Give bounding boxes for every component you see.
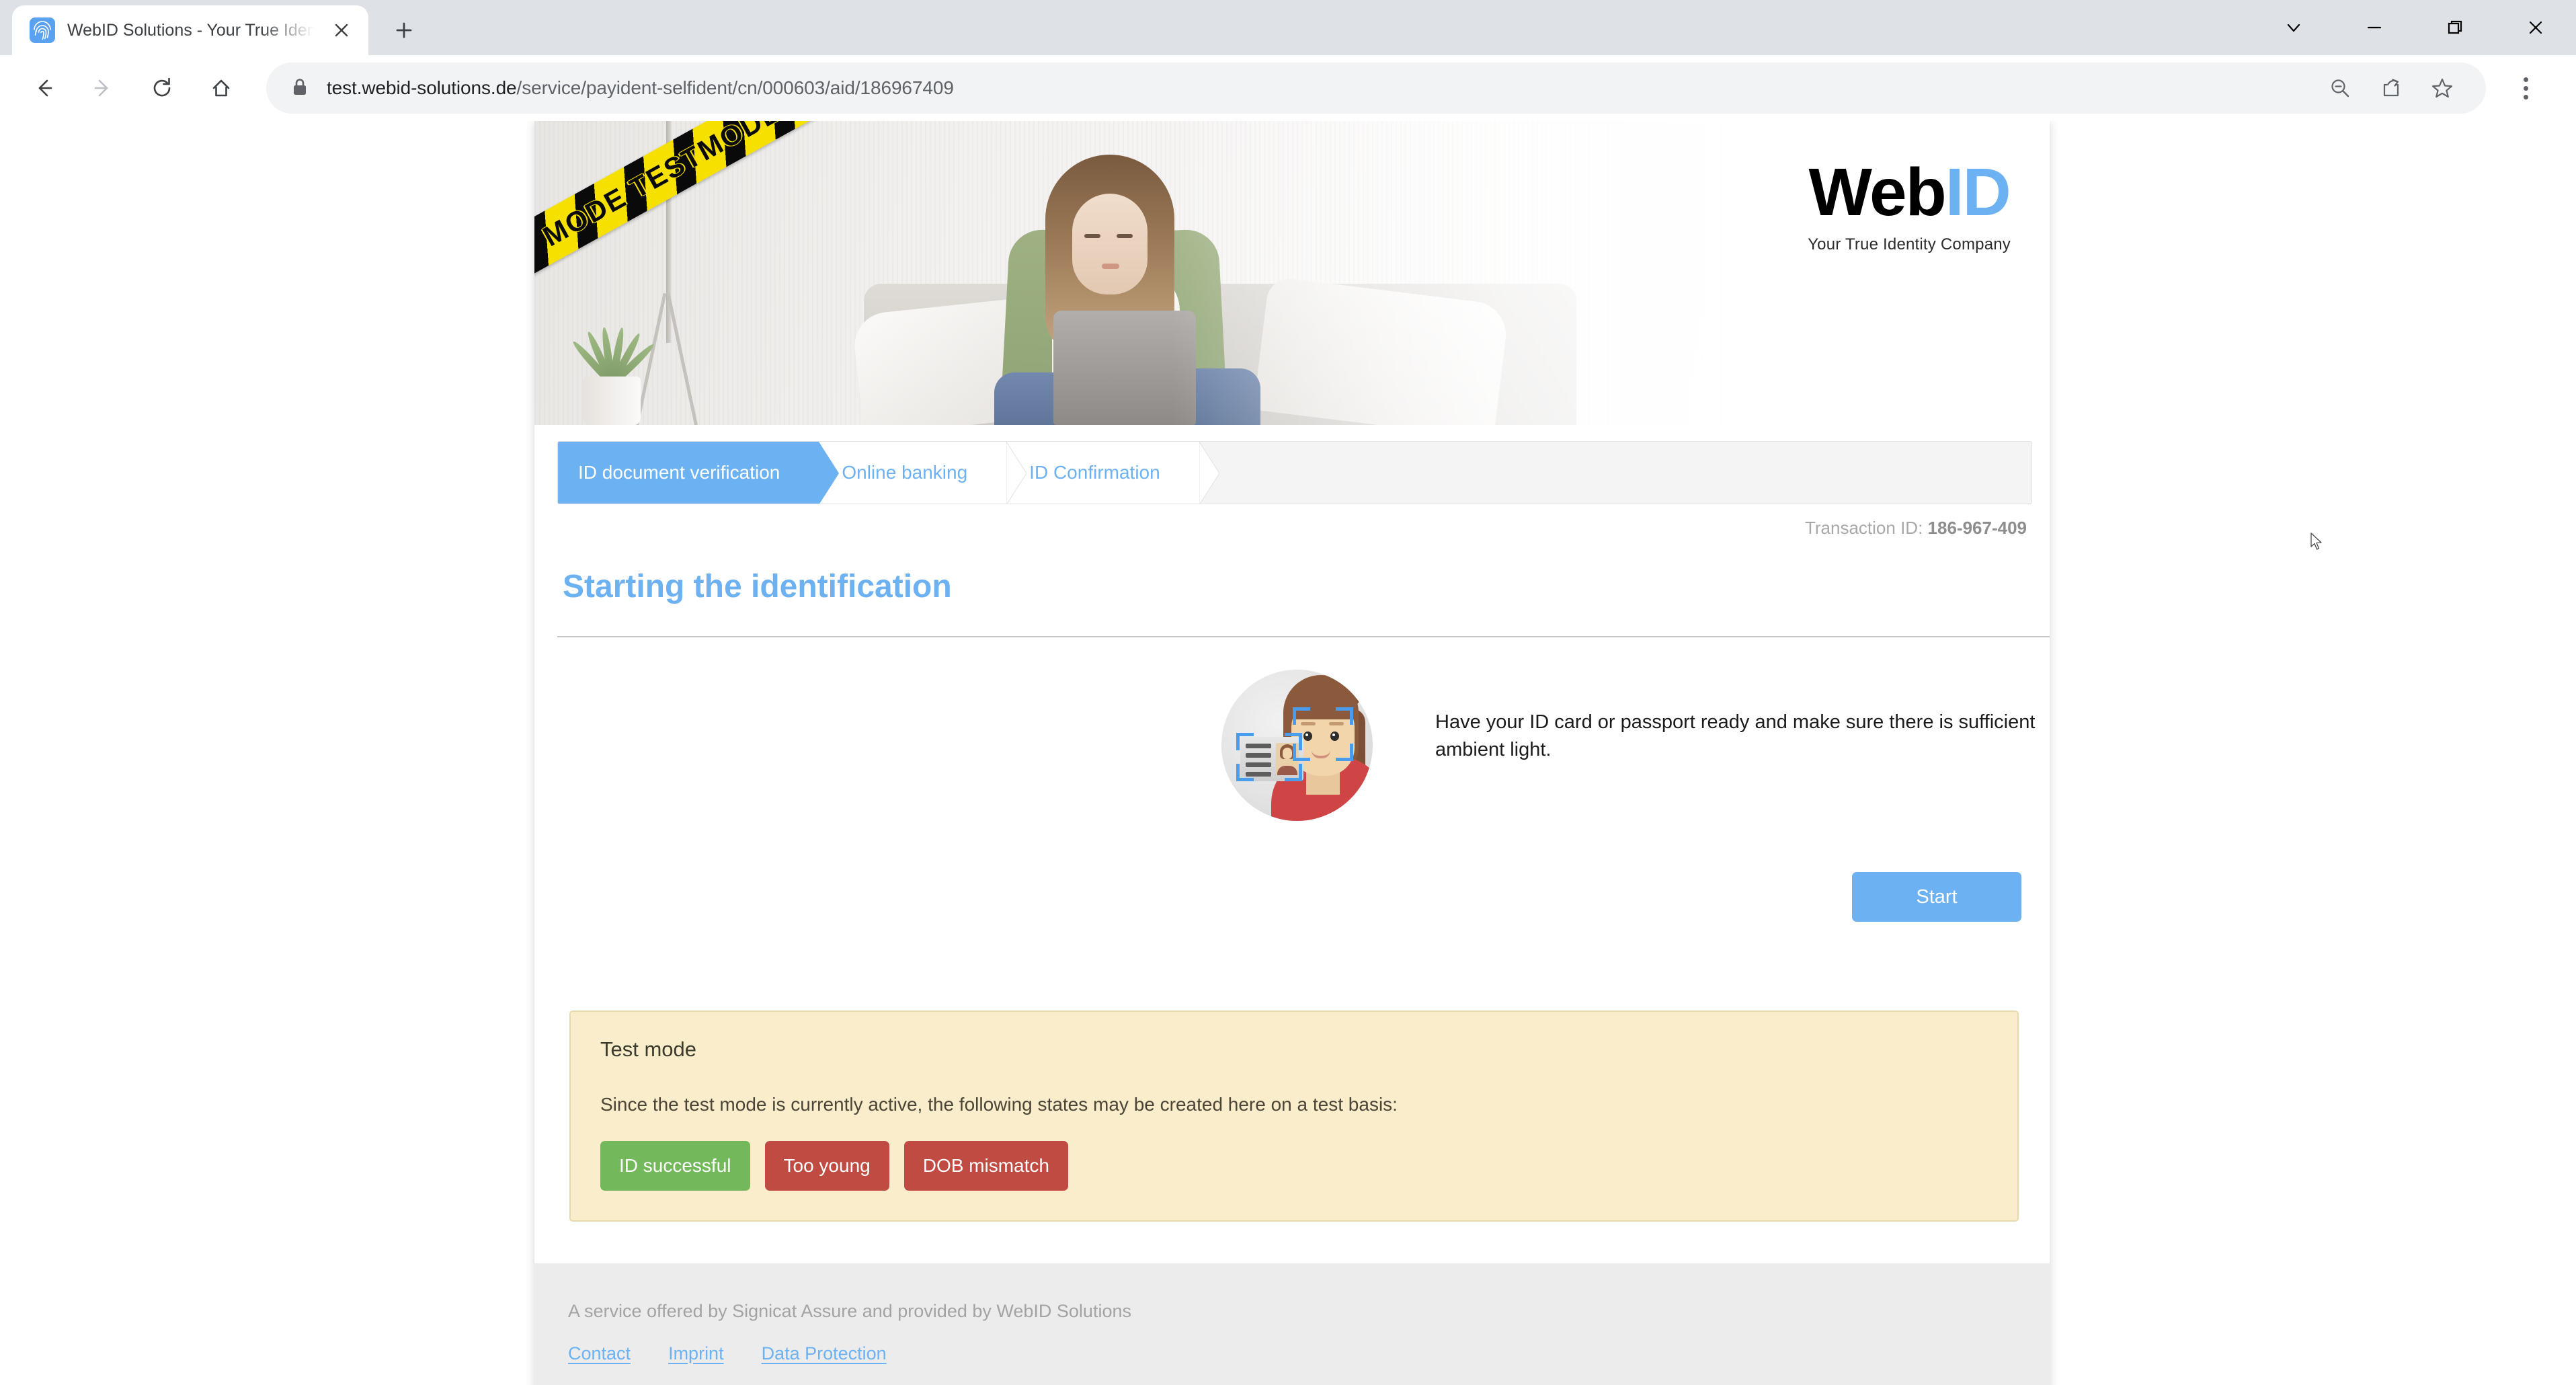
contact-link[interactable]: Contact: [568, 1343, 631, 1364]
testmode-buttons: ID successful Too young DOB mismatch: [600, 1141, 1988, 1191]
start-button-row: Start: [534, 821, 2050, 922]
zoom-out-icon[interactable]: [2317, 65, 2364, 112]
minimize-button[interactable]: [2334, 0, 2415, 55]
step-id-confirmation[interactable]: ID Confirmation: [1006, 442, 1220, 504]
step-label: ID Confirmation: [1029, 462, 1160, 483]
step-label: Online banking: [842, 462, 968, 483]
kebab-menu-icon[interactable]: [2502, 62, 2549, 114]
step-filler: [1199, 442, 2031, 504]
forward-arrow-icon[interactable]: [77, 62, 129, 114]
page-footer: A service offered by Signicat Assure and…: [534, 1263, 2050, 1385]
home-icon[interactable]: [195, 62, 247, 114]
new-tab-button[interactable]: [383, 9, 425, 51]
footer-links: Contact Imprint Data Protection: [568, 1343, 2050, 1364]
tab-search-button[interactable]: [2253, 0, 2334, 55]
id-successful-button[interactable]: ID successful: [600, 1141, 750, 1191]
share-icon[interactable]: [2368, 65, 2415, 112]
browser-toolbar: test.webid-solutions.de/service/payident…: [0, 55, 2576, 121]
id-verification-avatar-icon: [1221, 670, 1373, 821]
start-button[interactable]: Start: [1852, 872, 2021, 922]
url-host: test.webid-solutions.de: [327, 77, 517, 98]
fingerprint-icon: [30, 17, 55, 43]
hero-banner: MODE TESTMODE WebID Your True Identity C…: [534, 121, 2050, 425]
step-label: ID document verification: [578, 462, 780, 483]
footer-text: A service offered by Signicat Assure and…: [568, 1301, 1131, 1321]
testmode-title: Test mode: [600, 1037, 697, 1061]
testmode-description: Since the test mode is currently active,…: [600, 1094, 1398, 1115]
star-icon[interactable]: [2419, 65, 2466, 112]
progress-steps-wrapper: ID document verification Online banking …: [534, 425, 2050, 504]
webid-logo: WebID Your True Identity Company: [1808, 159, 2011, 254]
logo-web-text: Web: [1808, 155, 1946, 230]
tab-title: WebID Solutions - Your True Iden: [67, 20, 315, 40]
step-id-document-verification[interactable]: ID document verification: [558, 442, 840, 504]
reload-icon[interactable]: [136, 62, 188, 114]
transaction-id-value: 186-967-409: [1927, 518, 2027, 538]
address-bar[interactable]: test.webid-solutions.de/service/payident…: [266, 63, 2486, 114]
close-icon[interactable]: [327, 15, 356, 45]
data-protection-link[interactable]: Data Protection: [762, 1343, 887, 1364]
instruction-row: Have your ID card or passport ready and …: [534, 637, 2050, 821]
back-arrow-icon[interactable]: [17, 62, 70, 114]
close-window-button[interactable]: [2495, 0, 2576, 55]
plant-leaves: [569, 304, 657, 387]
logo-tagline: Your True Identity Company: [1808, 235, 2011, 253]
progress-steps: ID document verification Online banking …: [557, 441, 2032, 504]
step-online-banking[interactable]: Online banking: [819, 442, 1027, 504]
chevron-right-icon: [819, 442, 840, 504]
person-face: [1072, 194, 1148, 294]
chevron-right-icon: [1199, 442, 1220, 504]
focus-brackets-icon: [1221, 670, 1373, 821]
omnibox-actions: [2317, 65, 2466, 112]
browser-window: WebID Solutions - Your True Iden test.we…: [0, 0, 2576, 1385]
url-text: test.webid-solutions.de/service/payident…: [327, 77, 2299, 99]
browser-tab[interactable]: WebID Solutions - Your True Iden: [12, 5, 368, 55]
logo-id-text: ID: [1945, 155, 2011, 230]
logo-wordmark: WebID: [1808, 159, 2011, 226]
instruction-text: Have your ID card or passport ready and …: [1435, 711, 2036, 760]
too-young-button[interactable]: Too young: [764, 1141, 889, 1191]
maximize-button[interactable]: [2415, 0, 2495, 55]
identification-card: MODE TESTMODE WebID Your True Identity C…: [534, 121, 2050, 1385]
lock-icon: [290, 77, 309, 100]
testmode-panel: Test mode Since the test mode is current…: [569, 1011, 2019, 1222]
chevron-right-icon: [1006, 442, 1027, 504]
url-path: /service/payident-selfident/cn/000603/ai…: [516, 77, 954, 98]
page-viewport: MODE TESTMODE WebID Your True Identity C…: [0, 121, 2576, 1385]
plant-pot: [583, 377, 641, 425]
transaction-id: Transaction ID: 186-967-409: [534, 504, 2050, 539]
dob-mismatch-button[interactable]: DOB mismatch: [903, 1141, 1068, 1191]
mouse-cursor: [2310, 532, 2325, 555]
transaction-id-label: Transaction ID:: [1804, 518, 1923, 538]
imprint-link[interactable]: Imprint: [668, 1343, 724, 1364]
tab-strip: WebID Solutions - Your True Iden: [0, 0, 2576, 55]
page-title: Starting the identification: [563, 569, 952, 604]
window-controls: [2253, 0, 2576, 55]
